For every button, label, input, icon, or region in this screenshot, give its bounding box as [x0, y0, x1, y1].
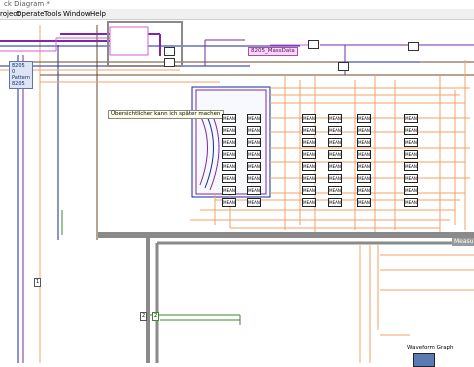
mean-subvi[interactable]: MEAN [404, 150, 418, 159]
mean-subvi[interactable]: MEAN [247, 174, 261, 183]
numeric-constant[interactable]: 2 [152, 312, 160, 321]
mass-data-label[interactable]: 8205_MassData [248, 47, 298, 56]
menu-help[interactable]: Help [90, 9, 106, 19]
mean-subvi[interactable]: MEAN [247, 150, 261, 159]
subvi-icon[interactable] [164, 58, 175, 67]
mean-subvi[interactable]: MEAN [222, 126, 236, 135]
mean-subvi[interactable]: MEAN [302, 174, 316, 183]
mean-subvi[interactable]: MEAN [222, 186, 236, 195]
mean-subvi[interactable]: MEAN [222, 198, 236, 207]
mean-subvi[interactable]: MEAN [404, 162, 418, 171]
mean-subvi[interactable]: MEAN [357, 150, 371, 159]
mean-subvi[interactable]: MEAN [357, 138, 371, 147]
mean-subvi[interactable]: MEAN [222, 114, 236, 123]
cluster-control[interactable]: 8205 0 Pattern 8205 [9, 61, 33, 89]
measurement-panel-header: Measurem [452, 238, 474, 246]
cluster-item: 8205 [12, 81, 25, 87]
mean-subvi[interactable]: MEAN [222, 162, 236, 171]
mean-subvi[interactable]: MEAN [404, 138, 418, 147]
mean-subvi[interactable]: MEAN [302, 114, 316, 123]
mean-subvi[interactable]: MEAN [404, 114, 418, 123]
mean-subvi[interactable]: MEAN [357, 198, 371, 207]
mean-subvi[interactable]: MEAN [302, 150, 316, 159]
numeric-constant[interactable]: 2 [140, 312, 148, 321]
mean-subvi[interactable]: MEAN [328, 198, 342, 207]
mean-subvi[interactable]: MEAN [328, 186, 342, 195]
menu-window[interactable]: Window [63, 9, 91, 19]
waveform-graph-label: Waveform Graph [407, 345, 454, 351]
mean-subvi[interactable]: MEAN [328, 162, 342, 171]
wiring-layer [0, 21, 474, 363]
mean-subvi[interactable]: MEAN [357, 174, 371, 183]
mean-subvi[interactable]: MEAN [404, 186, 418, 195]
mean-subvi[interactable]: MEAN [247, 138, 261, 147]
waveform-graph-terminal[interactable] [413, 353, 435, 367]
mean-subvi[interactable]: MEAN [302, 162, 316, 171]
comment-label: Übersichtlicher kann ich später machen [108, 110, 224, 119]
mean-subvi[interactable]: MEAN [247, 126, 261, 135]
menu-tools[interactable]: Tools [44, 9, 61, 19]
mean-subvi[interactable]: MEAN [328, 126, 342, 135]
window-title: ck Diagram * [0, 0, 474, 9]
mean-subvi[interactable]: MEAN [357, 186, 371, 195]
mean-subvi[interactable]: MEAN [404, 126, 418, 135]
mean-subvi[interactable]: MEAN [222, 174, 236, 183]
mean-subvi[interactable]: MEAN [357, 162, 371, 171]
mean-subvi[interactable]: MEAN [222, 138, 236, 147]
mean-subvi[interactable]: MEAN [247, 162, 261, 171]
subvi-icon[interactable] [338, 62, 349, 71]
mean-subvi[interactable]: MEAN [328, 114, 342, 123]
mean-subvi[interactable]: MEAN [328, 174, 342, 183]
mean-subvi[interactable]: MEAN [302, 198, 316, 207]
mean-subvi[interactable]: MEAN [357, 114, 371, 123]
mean-subvi[interactable]: MEAN [357, 126, 371, 135]
subvi-icon[interactable] [308, 40, 319, 49]
mean-subvi[interactable]: MEAN [302, 138, 316, 147]
mean-subvi[interactable]: MEAN [247, 198, 261, 207]
mean-subvi[interactable]: MEAN [247, 114, 261, 123]
index-indicator[interactable]: 1 [34, 278, 42, 287]
subvi-icon[interactable] [164, 47, 175, 56]
mean-subvi[interactable]: MEAN [247, 186, 261, 195]
mean-subvi[interactable]: MEAN [302, 186, 316, 195]
mean-subvi[interactable]: MEAN [222, 150, 236, 159]
mean-subvi[interactable]: MEAN [328, 150, 342, 159]
mean-subvi[interactable]: MEAN [404, 174, 418, 183]
menu-operate[interactable]: Operate [16, 9, 44, 19]
menu-bar: roject Operate Tools Window Help [0, 9, 474, 20]
subvi-icon[interactable] [408, 42, 419, 51]
mean-subvi[interactable]: MEAN [404, 198, 418, 207]
block-diagram-canvas[interactable]: 8205 0 Pattern 8205 8205_MassData Übersi… [0, 20, 474, 367]
mean-subvi[interactable]: MEAN [328, 138, 342, 147]
mean-subvi[interactable]: MEAN [302, 126, 316, 135]
